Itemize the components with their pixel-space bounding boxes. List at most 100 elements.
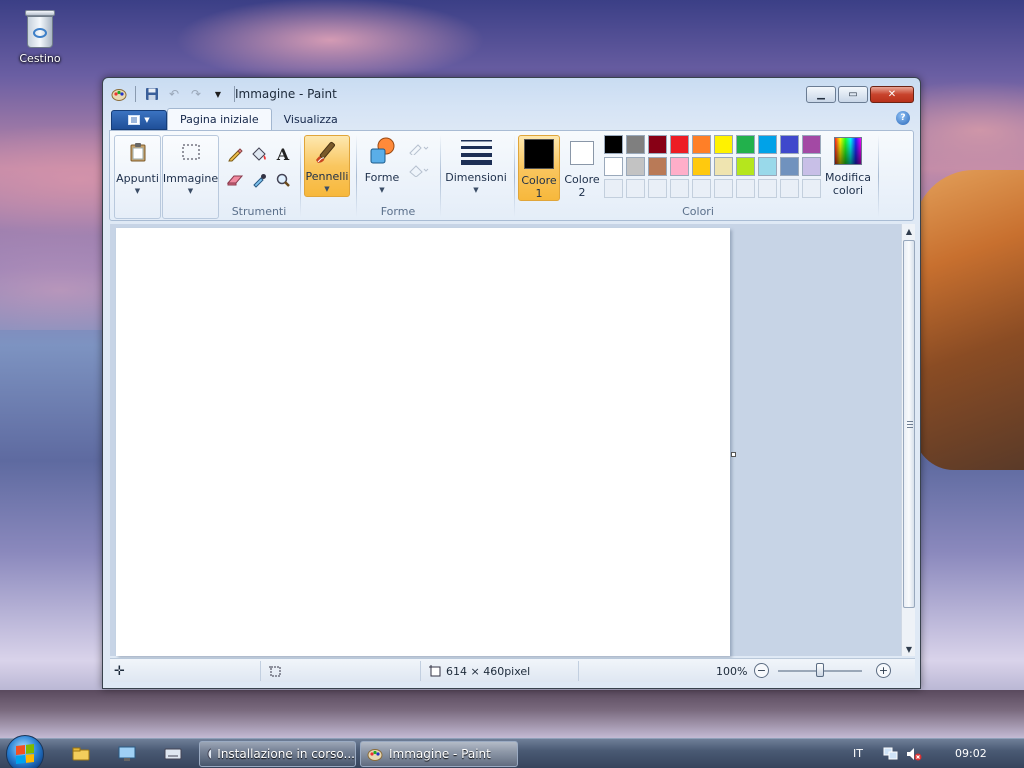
drawing-canvas[interactable] <box>116 228 730 656</box>
quick-access-toolbar: ↶ ↷ ▼ <box>111 86 237 102</box>
zoom-in-button[interactable]: + <box>876 663 891 678</box>
pencil-icon <box>228 148 243 162</box>
color-swatch[interactable] <box>626 157 645 176</box>
color-swatch[interactable] <box>802 157 821 176</box>
network-icon[interactable] <box>883 746 899 762</box>
empty-color-slot[interactable] <box>714 179 733 198</box>
clipboard-label: Appunti <box>116 172 159 185</box>
brushes-button[interactable]: Pennelli ▼ <box>304 135 350 197</box>
image-button[interactable]: Immagine ▼ <box>162 135 219 219</box>
status-divider <box>578 661 579 681</box>
scroll-up-icon[interactable]: ▲ <box>902 224 916 238</box>
customize-toolbar-icon[interactable]: ▼ <box>210 86 226 102</box>
status-bar: ✛ 614 × 460pixel 100% − + <box>110 658 915 682</box>
color-swatch[interactable] <box>802 135 821 154</box>
eraser-tool[interactable] <box>224 169 246 191</box>
color-swatch[interactable] <box>604 135 623 154</box>
taskbar-item-label: Immagine - Paint <box>389 747 491 761</box>
color-swatch[interactable] <box>714 135 733 154</box>
clock[interactable]: 09:02 <box>955 747 987 760</box>
color-swatch[interactable] <box>736 157 755 176</box>
paint-menu-button[interactable]: ▼ <box>111 110 167 130</box>
keyboard-pinned-icon[interactable] <box>158 743 188 765</box>
taskbar-item-installer[interactable]: Installazione in corso... <box>199 741 356 767</box>
color-picker-tool[interactable] <box>248 169 270 191</box>
start-button[interactable] <box>6 735 44 768</box>
color-swatch[interactable] <box>692 135 711 154</box>
scroll-down-icon[interactable]: ▼ <box>902 642 916 656</box>
tab-pagina-iniziale[interactable]: Pagina iniziale <box>167 108 272 130</box>
language-indicator[interactable]: IT <box>853 747 863 760</box>
color-swatch[interactable] <box>714 157 733 176</box>
redo-icon[interactable]: ↷ <box>188 86 204 102</box>
color-swatch[interactable] <box>648 157 667 176</box>
pencil-tool[interactable] <box>224 143 246 165</box>
zoom-out-button[interactable]: − <box>754 663 769 678</box>
eyedropper-icon <box>253 174 266 188</box>
canvas-resize-handle[interactable] <box>731 452 736 457</box>
color1-button[interactable]: Colore 1 <box>518 135 560 201</box>
paint-app-icon[interactable] <box>111 86 127 102</box>
close-button[interactable]: ✕ <box>870 86 914 103</box>
empty-color-slot[interactable] <box>648 179 667 198</box>
shapes-button[interactable]: Forme ▼ <box>362 135 402 197</box>
empty-color-slot[interactable] <box>802 179 821 198</box>
clipboard-button[interactable]: Appunti ▼ <box>114 135 161 219</box>
vertical-scrollbar[interactable]: ▲ ▼ <box>901 224 915 656</box>
empty-color-slot[interactable] <box>670 179 689 198</box>
empty-color-slot[interactable] <box>692 179 711 198</box>
taskbar-item-paint[interactable]: Immagine - Paint <box>360 741 518 767</box>
tab-visualizza[interactable]: Visualizza <box>272 108 350 130</box>
color-swatch[interactable] <box>692 157 711 176</box>
windows-logo-icon <box>16 744 34 764</box>
color-swatch[interactable] <box>736 135 755 154</box>
installer-icon <box>207 748 212 760</box>
size-button[interactable]: Dimensioni ▼ <box>444 135 508 197</box>
color-swatch[interactable] <box>780 157 799 176</box>
text-tool[interactable]: A <box>272 143 294 165</box>
clipboard-icon <box>122 136 154 168</box>
fill-bucket-icon <box>252 147 266 161</box>
magnifier-tool[interactable] <box>272 169 294 191</box>
empty-color-slot[interactable] <box>626 179 645 198</box>
empty-color-slot[interactable] <box>780 179 799 198</box>
edit-colors-button[interactable]: Modifica colori <box>822 135 874 201</box>
control-panel-pinned-icon[interactable] <box>112 743 142 765</box>
wallpaper-cliff <box>914 170 1024 470</box>
empty-color-slot[interactable] <box>604 179 623 198</box>
color-swatch[interactable] <box>604 157 623 176</box>
empty-color-slot[interactable] <box>758 179 777 198</box>
minimize-button[interactable]: ▁ <box>806 86 836 103</box>
empty-color-slot[interactable] <box>736 179 755 198</box>
color2-button[interactable]: Colore 2 <box>562 135 602 201</box>
brush-icon <box>311 136 343 166</box>
fill-tool[interactable] <box>248 143 270 165</box>
tools-group-label: Strumenti <box>231 205 287 218</box>
color-swatch[interactable] <box>648 135 667 154</box>
fill-button[interactable] <box>406 159 432 181</box>
group-separator <box>300 135 301 217</box>
chevron-down-icon: ▼ <box>134 187 141 195</box>
help-icon[interactable]: ? <box>896 111 910 125</box>
maximize-icon: ▭ <box>848 89 858 100</box>
outline-button[interactable] <box>406 137 432 159</box>
scroll-grip-icon <box>907 421 913 428</box>
color-swatch[interactable] <box>758 135 777 154</box>
title-bar[interactable]: ↶ ↷ ▼ Immagine - Paint ▁ ▭ ✕ <box>103 78 920 108</box>
save-icon[interactable] <box>144 86 160 102</box>
scroll-thumb[interactable] <box>903 240 915 608</box>
volume-muted-icon[interactable] <box>906 746 922 762</box>
color-swatch[interactable] <box>670 157 689 176</box>
explorer-pinned-icon[interactable] <box>66 743 96 765</box>
desktop-icon-recycle-bin[interactable]: Cestino <box>14 6 66 65</box>
color-swatch[interactable] <box>670 135 689 154</box>
color2-label-line1: Colore <box>564 173 600 186</box>
shapes-icon <box>366 135 398 167</box>
color-swatch[interactable] <box>780 135 799 154</box>
undo-icon[interactable]: ↶ <box>166 86 182 102</box>
zoom-slider-thumb[interactable] <box>816 663 824 677</box>
ribbon-tabs: ▼ Pagina iniziale Visualizza <box>111 108 350 130</box>
color-swatch[interactable] <box>758 157 777 176</box>
maximize-button[interactable]: ▭ <box>838 86 868 103</box>
color-swatch[interactable] <box>626 135 645 154</box>
